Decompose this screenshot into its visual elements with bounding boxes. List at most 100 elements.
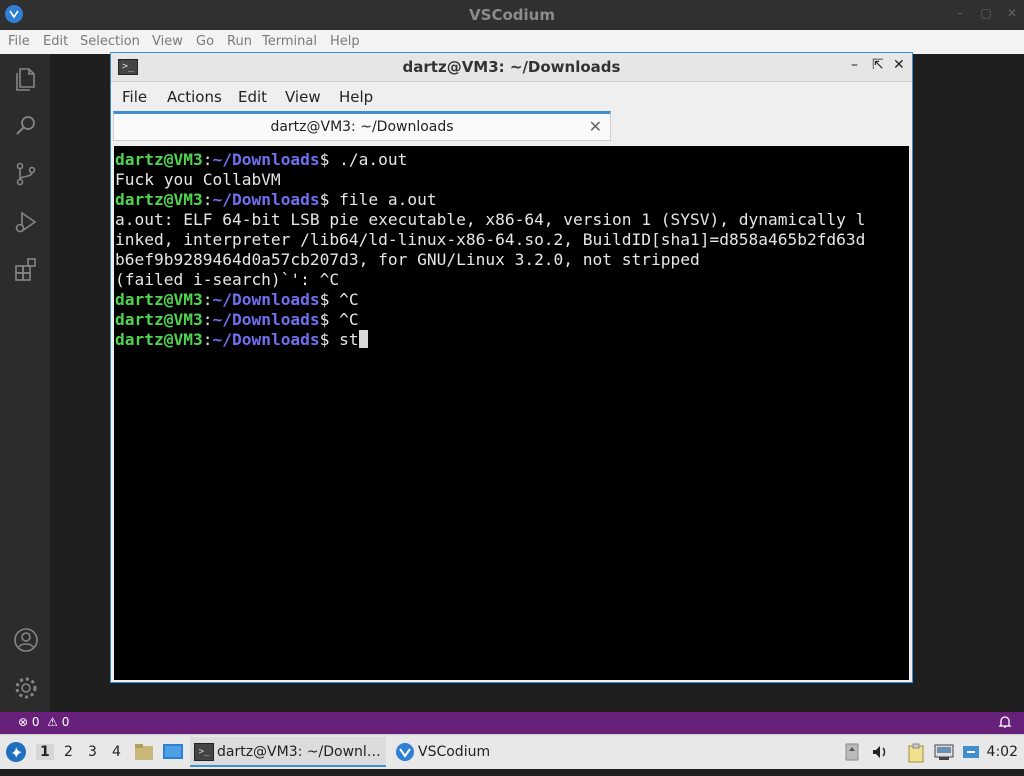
terminal-line: dartz@VM3:~/Downloads$ ^C [115,290,359,310]
terminal-menu-edit[interactable]: Edit [238,88,267,106]
activity-bar [0,54,50,712]
prompt-sign: $ [319,150,340,169]
terminal-tab[interactable]: dartz@VM3: ~/Downloads ✕ [113,111,611,141]
menu-edit[interactable]: Edit [43,34,68,49]
menu-view[interactable]: View [152,34,183,49]
terminal-line: inked, interpreter /lib64/ld-linux-x86-6… [115,230,865,250]
terminal-menu-actions[interactable]: Actions [167,88,222,106]
prompt-path: ~/Downloads [212,330,320,349]
close-icon[interactable]: ✕ [1006,6,1018,20]
workspace-1[interactable]: 1 [36,744,54,760]
terminal-tab-label: dartz@VM3: ~/Downloads [270,119,454,135]
error-icon: ⊗ [18,715,29,729]
command-text: ./a.out [339,150,408,169]
maximize-icon[interactable]: ▢ [980,6,992,20]
terminal-menubar: File Actions Edit View Help [111,81,912,111]
terminal-menu-help[interactable]: Help [339,88,373,106]
prompt-user: dartz@VM3 [115,330,203,349]
taskbar: 1 2 3 4 >_ dartz@VM3: ~/Downl… VSCodium … [0,734,1024,769]
prompt-path: ~/Downloads [212,290,320,309]
terminal-line: dartz@VM3:~/Downloads$ ./a.out [115,150,407,170]
prompt-user: dartz@VM3 [115,190,203,209]
terminal-line: dartz@VM3:~/Downloads$ file a.out [115,190,437,210]
close-icon[interactable]: ✕ [893,57,905,73]
command-text: st [339,330,359,349]
app-menu-icon[interactable] [5,741,27,775]
command-text: ^C [339,310,359,329]
terminal-screen[interactable]: dartz@VM3:~/Downloads$ ./a.out Fuck you C… [114,146,909,680]
vscodium-titlebar: VSCodium – ▢ ✕ [0,0,1024,30]
workspace-3[interactable]: 3 [88,744,97,760]
status-bar: ⊗ 0 ⚠ 0 [0,712,1024,734]
prompt-user: dartz@VM3 [115,290,203,309]
prompt-colon: : [202,310,213,329]
terminal-titlebar: >_ dartz@VM3: ~/Downloads – ⇱ ✕ [111,53,912,82]
minimize-icon[interactable]: – [851,57,858,73]
extensions-icon[interactable] [12,256,40,284]
clipboard-icon[interactable] [907,743,925,767]
warning-count: 0 [61,715,70,729]
error-count: 0 [31,715,40,729]
search-icon[interactable] [12,112,40,140]
files-icon[interactable] [12,64,40,92]
prompt-sign: $ [319,190,340,209]
menu-go[interactable]: Go [196,34,214,49]
source-control-icon[interactable] [12,160,40,188]
account-icon[interactable] [12,626,40,654]
prompt-user: dartz@VM3 [115,310,203,329]
prompt-path: ~/Downloads [212,310,320,329]
prompt-sign: $ [319,290,340,309]
terminal-title: dartz@VM3: ~/Downloads [402,58,621,76]
task-vscodium[interactable]: VSCodium [390,737,500,767]
terminal-line: b6ef9b9289464d0a57cb207d3, for GNU/Linux… [115,250,700,270]
menu-terminal[interactable]: Terminal [262,34,317,49]
task-vscodium-label: VSCodium [418,744,491,760]
notifications-bell-icon[interactable] [998,715,1012,732]
terminal-icon: >_ [194,743,214,761]
terminal-line: a.out: ELF 64-bit LSB pie executable, x8… [115,210,865,230]
menu-file[interactable]: File [8,34,30,49]
upload-icon[interactable] [844,743,860,765]
file-manager-icon[interactable] [134,742,154,776]
menu-selection[interactable]: Selection [80,34,140,49]
problems-indicator[interactable]: ⊗ 0 ⚠ 0 [18,715,69,729]
prompt-colon: : [202,290,213,309]
prompt-colon: : [202,330,213,349]
workspace-2[interactable]: 2 [64,744,73,760]
terminal-line: dartz@VM3:~/Downloads$ st [115,330,368,350]
restore-icon[interactable]: ⇱ [872,57,884,73]
terminal-window: >_ dartz@VM3: ~/Downloads – ⇱ ✕ File Act… [110,52,913,683]
output-text: a.out: ELF 64-bit LSB pie executable, x8… [115,210,866,229]
network-icon[interactable] [933,743,955,765]
command-text: ^C [339,290,359,309]
prompt-path: ~/Downloads [212,150,320,169]
output-text: Fuck you CollabVM [115,170,281,189]
prompt-sign: $ [319,330,340,349]
show-desktop-icon[interactable] [162,742,184,776]
task-terminal[interactable]: >_ dartz@VM3: ~/Downl… [190,737,386,767]
terminal-line: dartz@VM3:~/Downloads$ ^C [115,310,359,330]
workspace-4[interactable]: 4 [112,744,121,760]
prompt-path: ~/Downloads [212,190,320,209]
minimize-icon[interactable]: – [954,6,966,20]
output-text: b6ef9b9289464d0a57cb207d3, for GNU/Linux… [115,250,700,269]
window-title: VSCodium [469,6,555,24]
updates-icon[interactable] [962,743,980,765]
volume-icon[interactable] [871,743,889,765]
terminal-menu-file[interactable]: File [122,88,147,106]
terminal-line: Fuck you CollabVM [115,170,281,190]
output-text: inked, interpreter /lib64/ld-linux-x86-6… [115,230,866,249]
clock: 4:02 [986,744,1018,760]
menu-run[interactable]: Run [227,34,252,49]
terminal-menu-view[interactable]: View [285,88,321,106]
settings-gear-icon[interactable] [12,674,40,702]
warning-icon: ⚠ [47,715,58,729]
vscodium-icon [395,742,415,766]
output-text: (failed i-search)`': ^C [115,270,340,289]
prompt-colon: : [202,150,213,169]
menu-help[interactable]: Help [330,34,360,49]
tab-close-icon[interactable]: ✕ [589,117,602,136]
prompt-sign: $ [319,310,340,329]
prompt-user: dartz@VM3 [115,150,203,169]
run-debug-icon[interactable] [12,208,40,236]
